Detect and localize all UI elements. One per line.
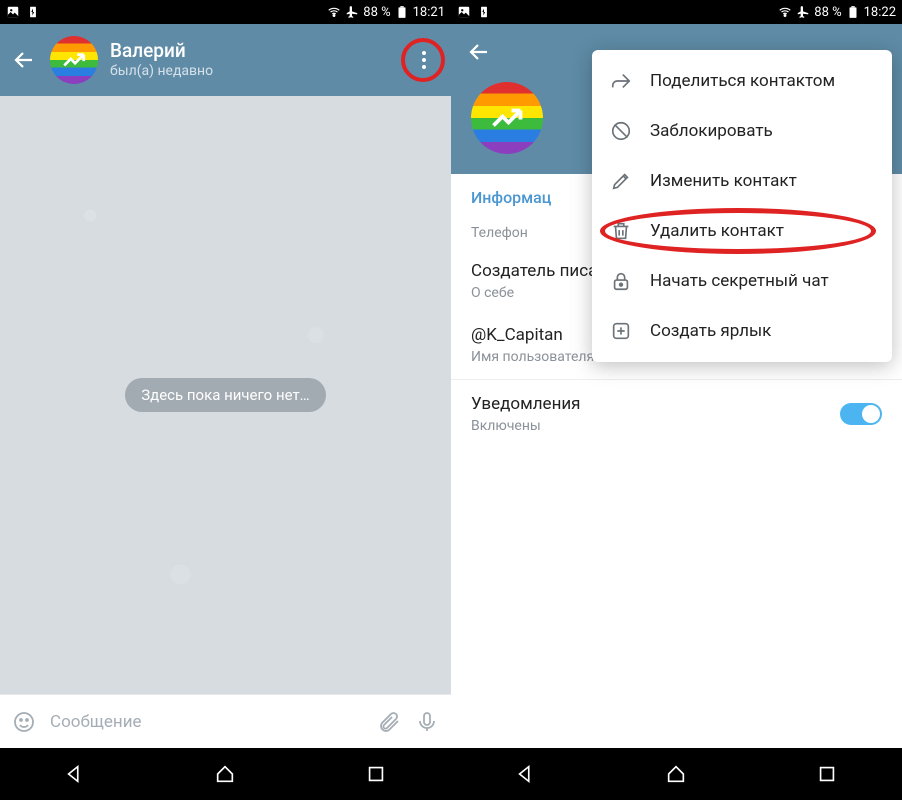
notifications-row[interactable]: Уведомления Включены: [451, 380, 902, 448]
nav-back-icon[interactable]: [64, 763, 86, 785]
battery-icon: [395, 5, 409, 19]
gallery-status-icon: [457, 5, 471, 19]
menu-block[interactable]: Заблокировать: [592, 106, 892, 156]
menu-edit-contact[interactable]: Изменить контакт: [592, 156, 892, 206]
back-button[interactable]: [10, 48, 38, 72]
nav-recents-icon[interactable]: [816, 763, 838, 785]
profile-body: Информац Телефон Создатель писать Ма О с…: [451, 24, 902, 748]
message-input[interactable]: Сообщение: [50, 712, 363, 732]
battery-percent: 88 %: [363, 5, 390, 20]
attach-icon[interactable]: [377, 710, 401, 734]
nav-home-icon[interactable]: [665, 763, 687, 785]
menu-label: Удалить контакт: [650, 221, 784, 241]
avatar[interactable]: [471, 82, 543, 154]
message-input-bar: Сообщение: [0, 694, 451, 748]
avatar[interactable]: [50, 36, 98, 84]
status-bar: 88 % 18:22: [451, 0, 902, 24]
nav-bar: [0, 748, 451, 800]
battery-percent: 88 %: [814, 5, 841, 20]
chat-body: Здесь пока ничего нет…: [0, 96, 451, 694]
shortcut-icon: [610, 320, 632, 342]
nav-back-icon[interactable]: [515, 763, 537, 785]
edit-icon: [610, 170, 632, 192]
menu-label: Заблокировать: [650, 121, 773, 141]
block-icon: [610, 120, 632, 142]
menu-label: Поделиться контактом: [650, 71, 835, 91]
share-icon: [610, 70, 632, 92]
menu-label: Создать ярлык: [650, 321, 771, 341]
menu-label: Начать секретный чат: [650, 271, 829, 291]
menu-delete-contact[interactable]: Удалить контакт: [592, 206, 892, 256]
menu-secret-chat[interactable]: Начать секретный чат: [592, 256, 892, 306]
mic-icon[interactable]: [415, 710, 439, 734]
notif-value: Включены: [471, 418, 581, 434]
wifi-icon: [778, 5, 792, 19]
menu-share-contact[interactable]: Поделиться контактом: [592, 56, 892, 106]
nav-home-icon[interactable]: [214, 763, 236, 785]
status-bar: 88 % 18:21: [0, 0, 451, 24]
notifications-toggle[interactable]: [840, 403, 882, 425]
nav-bar: [451, 748, 902, 800]
back-button[interactable]: [465, 40, 493, 64]
more-menu-button[interactable]: [407, 43, 441, 77]
airplane-icon: [345, 5, 359, 19]
battery-icon: [846, 5, 860, 19]
menu-create-shortcut[interactable]: Создать ярлык: [592, 306, 892, 356]
nav-recents-icon[interactable]: [365, 763, 387, 785]
wifi-icon: [327, 5, 341, 19]
phone-left: 88 % 18:21 Валерий был(а) недавно Здесь …: [0, 0, 451, 800]
status-time: 18:21: [413, 5, 445, 20]
emoji-icon[interactable]: [12, 710, 36, 734]
context-menu: Поделиться контактом Заблокировать Измен…: [592, 50, 892, 362]
airplane-icon: [796, 5, 810, 19]
menu-label: Изменить контакт: [650, 171, 797, 191]
charging-status-icon: [477, 5, 491, 19]
empty-chat-message: Здесь пока ничего нет…: [125, 378, 325, 412]
contact-status: был(а) недавно: [110, 63, 213, 80]
lock-icon: [610, 270, 632, 292]
contact-name: Валерий: [110, 40, 213, 63]
chat-header: Валерий был(а) недавно: [0, 24, 451, 96]
gallery-status-icon: [6, 5, 20, 19]
trash-icon: [610, 220, 632, 242]
status-time: 18:22: [864, 5, 896, 20]
notif-title: Уведомления: [471, 394, 581, 414]
phone-right: 88 % 18:22 Информац Телефон Создатель пи…: [451, 0, 902, 800]
charging-status-icon: [26, 5, 40, 19]
